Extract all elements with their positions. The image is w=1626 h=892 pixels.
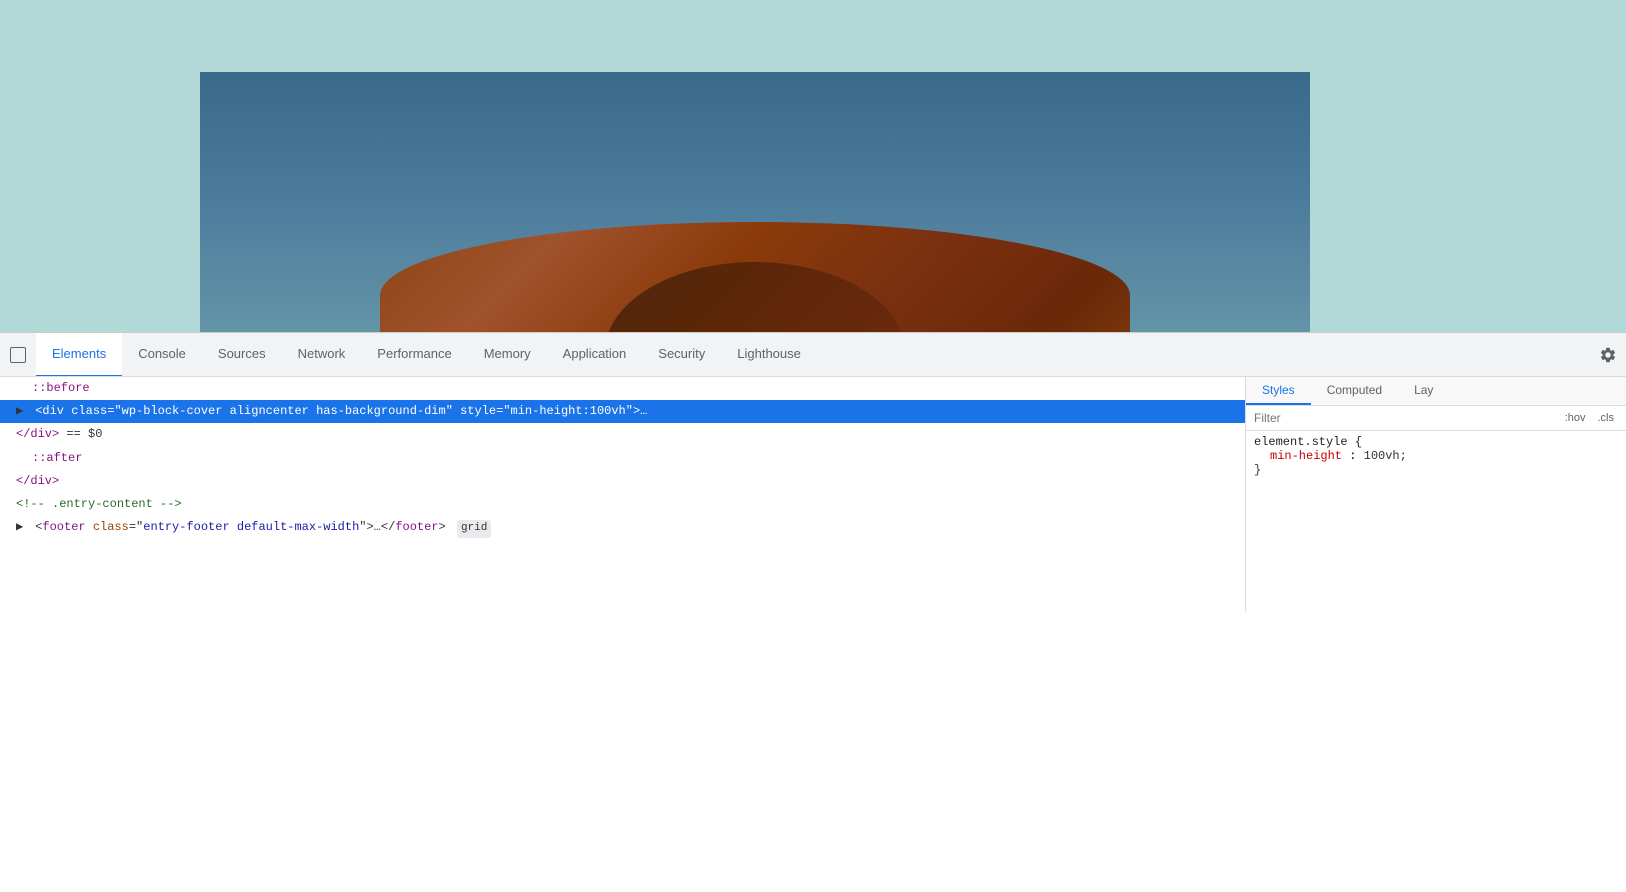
footer-line[interactable]: ▶ <footer class="entry-footer default-ma… xyxy=(0,516,1245,540)
tab-memory[interactable]: Memory xyxy=(468,333,547,377)
panel-icon xyxy=(10,347,26,363)
tab-sources-label: Sources xyxy=(218,346,266,361)
tab-application-label: Application xyxy=(563,346,627,361)
tab-memory-label: Memory xyxy=(484,346,531,361)
cls-filter-button[interactable]: .cls xyxy=(1594,410,1619,426)
footer-expand-arrow[interactable]: ▶ xyxy=(16,518,28,537)
panel-selector-button[interactable] xyxy=(0,333,36,377)
after-pseudo-text: ::after xyxy=(32,451,82,465)
tab-sources[interactable]: Sources xyxy=(202,333,282,377)
comment-line: <!-- .entry-content --> xyxy=(0,493,1245,516)
tab-performance-label: Performance xyxy=(377,346,451,361)
css-selector-line: element.style { xyxy=(1254,435,1618,449)
devtools-tabs-bar: Elements Console Sources Network Perform… xyxy=(0,333,1626,377)
div-cover-line[interactable]: ▶ <div class="wp-block-cover aligncenter… xyxy=(0,400,1245,423)
devtools-main: ::before ▶ <div class="wp-block-cover al… xyxy=(0,377,1626,612)
tab-styles[interactable]: Styles xyxy=(1246,377,1311,405)
browser-viewport: Elements Console Sources Network Perform… xyxy=(0,0,1626,612)
tab-elements-label: Elements xyxy=(52,346,106,361)
gear-icon xyxy=(1599,346,1617,364)
filter-buttons: :hov .cls xyxy=(1561,410,1618,426)
outer-div-close-line: </div> xyxy=(0,470,1245,493)
tab-security-label: Security xyxy=(658,346,705,361)
css-close-brace: } xyxy=(1254,463,1618,477)
tab-lighthouse-label: Lighthouse xyxy=(737,346,801,361)
tab-console[interactable]: Console xyxy=(122,333,202,377)
styles-panel: Styles Computed Lay :hov .cls xyxy=(1246,377,1626,612)
before-pseudo-line: ::before xyxy=(0,377,1245,400)
div-close-line: </div> == $0 xyxy=(0,423,1245,446)
layout-tab-label: Lay xyxy=(1414,383,1433,397)
devtools-panel: Elements Console Sources Network Perform… xyxy=(0,332,1626,612)
after-pseudo-line: ::after xyxy=(0,447,1245,470)
tab-layout[interactable]: Lay xyxy=(1398,377,1449,405)
tab-application[interactable]: Application xyxy=(547,333,643,377)
tab-security[interactable]: Security xyxy=(642,333,721,377)
css-rule-element-style: element.style { min-height : 100vh; } xyxy=(1246,431,1626,481)
tab-network[interactable]: Network xyxy=(282,333,362,377)
devtools-settings-button[interactable] xyxy=(1590,333,1626,377)
tab-performance[interactable]: Performance xyxy=(361,333,467,377)
tab-computed[interactable]: Computed xyxy=(1311,377,1398,405)
tab-network-label: Network xyxy=(298,346,346,361)
styles-filter-input[interactable] xyxy=(1254,411,1553,425)
css-property-line[interactable]: min-height : 100vh; xyxy=(1254,449,1618,463)
tab-elements[interactable]: Elements xyxy=(36,333,122,377)
elements-panel[interactable]: ::before ▶ <div class="wp-block-cover al… xyxy=(0,377,1246,612)
tab-lighthouse[interactable]: Lighthouse xyxy=(721,333,817,377)
before-pseudo-text: ::before xyxy=(32,381,90,395)
hov-filter-button[interactable]: :hov xyxy=(1561,410,1590,426)
computed-tab-label: Computed xyxy=(1327,383,1382,397)
grid-badge: grid xyxy=(457,520,491,538)
entry-content-comment: <!-- .entry-content --> xyxy=(16,497,182,511)
styles-tabs-bar: Styles Computed Lay xyxy=(1246,377,1626,406)
tab-console-label: Console xyxy=(138,346,186,361)
styles-filter-row: :hov .cls xyxy=(1246,406,1626,431)
styles-tab-label: Styles xyxy=(1262,383,1295,397)
expand-arrow[interactable]: ▶ xyxy=(16,402,28,421)
